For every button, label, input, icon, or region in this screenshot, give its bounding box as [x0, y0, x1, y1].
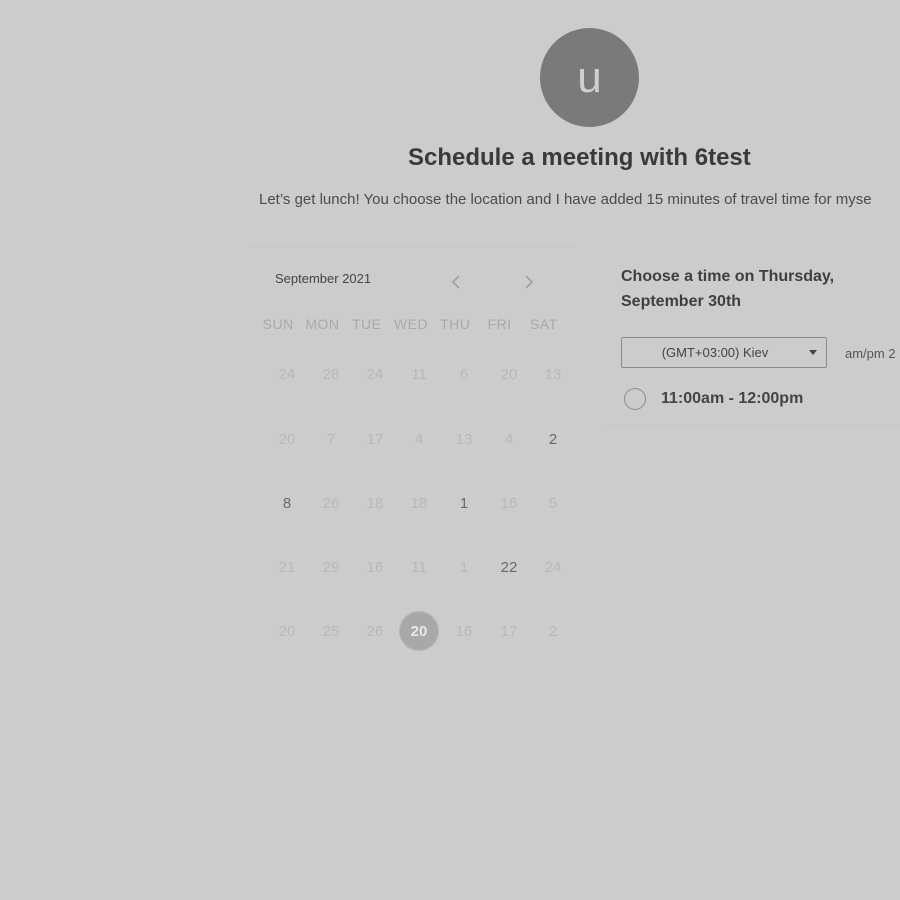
calendar-day: 7: [326, 430, 336, 448]
calendar-day: 5: [548, 494, 558, 512]
calendar-day: 6: [459, 365, 469, 383]
weekday-tue: TUE: [351, 316, 382, 332]
chevron-right-icon: [525, 275, 534, 289]
time-slot-radio[interactable]: [624, 388, 646, 410]
chevron-left-icon: [451, 275, 460, 289]
calendar-day: 20: [500, 365, 518, 383]
calendar-day: 20: [278, 430, 296, 448]
calendar-day: 4: [504, 430, 514, 448]
time-panel-heading: Choose a time on Thursday, September 30t…: [621, 268, 835, 310]
calendar-day: 26: [366, 622, 384, 640]
calendar-day[interactable]: 8: [267, 483, 307, 523]
calendar-day: 13: [544, 365, 562, 383]
calendar-day: 20: [278, 622, 296, 640]
calendar-day: 2: [548, 622, 558, 640]
calendar-day: 28: [322, 365, 340, 383]
time-panel-divider: [605, 425, 900, 426]
weekday-thu: THU: [440, 316, 471, 332]
weekday-sat: SAT: [529, 316, 558, 332]
calendar-day: 17: [366, 430, 384, 448]
weekday-mon: MON: [305, 316, 340, 332]
weekday-fri: FRI: [487, 316, 512, 332]
calendar-day: 4: [414, 430, 424, 448]
time-format-toggle[interactable]: am/pm 2: [845, 346, 896, 361]
calendar-day: 29: [322, 558, 340, 576]
calendar-day[interactable]: 2: [533, 419, 573, 459]
avatar-initial: u: [577, 52, 602, 102]
calendar-day: 1: [459, 558, 469, 576]
calendar-month-label: September 2021: [275, 271, 372, 286]
caret-down-icon: [800, 350, 826, 355]
calendar-day: 16: [500, 494, 518, 512]
calendar-day: 11: [411, 365, 427, 383]
weekday-wed: WED: [393, 316, 429, 332]
calendar-day: 17: [500, 622, 518, 640]
avatar: u: [540, 28, 639, 127]
time-slot-label: 11:00am - 12:00pm: [661, 390, 804, 407]
calendar-day: 18: [410, 494, 428, 512]
calendar-day: 16: [366, 558, 384, 576]
calendar-day: 24: [366, 365, 384, 383]
calendar-day: 11: [411, 558, 427, 576]
previous-month-button[interactable]: [444, 270, 468, 294]
next-month-button[interactable]: [517, 270, 541, 294]
calendar-divider: [249, 246, 575, 247]
meeting-description: Let’s get lunch! You choose the location…: [259, 191, 872, 208]
calendar-day-selected[interactable]: 20: [399, 611, 439, 651]
page-title: Schedule a meeting with 6test: [408, 144, 751, 171]
calendar-day: 24: [544, 558, 562, 576]
timezone-value: (GMT+03:00) Kiev: [661, 345, 769, 360]
calendar-day: 24: [278, 365, 296, 383]
calendar-day[interactable]: 22: [489, 547, 529, 587]
calendar-day[interactable]: 1: [444, 483, 484, 523]
calendar-day: 21: [278, 558, 296, 576]
scheduling-page: u Schedule a meeting with 6test Let’s ge…: [0, 0, 900, 900]
calendar-day: 16: [455, 622, 473, 640]
weekday-sun: SUN: [262, 316, 294, 332]
calendar-day: 13: [455, 430, 473, 448]
timezone-select[interactable]: (GMT+03:00) Kiev: [621, 337, 827, 368]
time-slot-option[interactable]: 11:00am - 12:00pm: [624, 388, 803, 410]
calendar-day: 18: [366, 494, 384, 512]
calendar-day: 25: [322, 622, 340, 640]
calendar-day: 26: [322, 494, 340, 512]
weekday-header: SUN MON TUE WED THU FRI SAT: [256, 316, 566, 332]
